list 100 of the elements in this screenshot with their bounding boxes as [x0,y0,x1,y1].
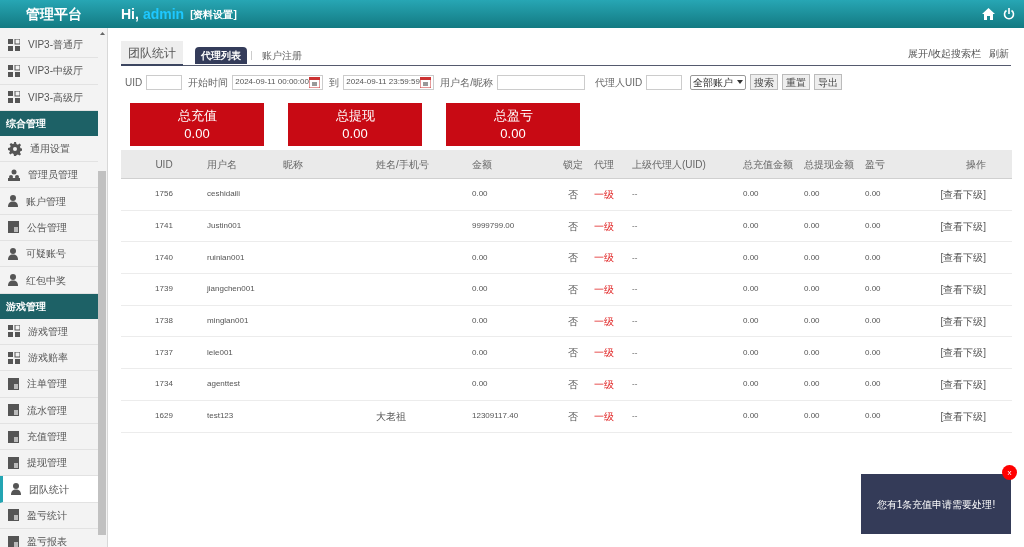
table-cell: 0.00 [743,347,759,357]
stat-label: 总盈亏 [493,106,533,125]
sidebar-item[interactable]: 管理员管理 [0,162,98,189]
table-cell: 0.00 [743,221,759,231]
document-icon [8,509,19,522]
user-icon [8,274,18,286]
document-icon [8,221,19,234]
column-header: 总提现金额 [804,157,855,172]
filter-label: UID [125,75,143,90]
view-subordinates-link[interactable]: [查看下级] [940,252,986,264]
table-cell: 0.00 [865,316,881,326]
toolbar-link[interactable]: 展开/收起搜索栏 [908,46,981,61]
table-cell: 1734 [155,379,173,389]
table-cell: 0.00 [804,221,820,231]
caret-icon [737,80,744,84]
scroll-up-icon[interactable] [99,32,105,35]
table-cell: 否 [568,252,578,264]
table-cell: 0.00 [804,284,820,294]
document-icon [8,377,19,390]
view-subordinates-link[interactable]: [查看下级] [940,220,986,232]
filter-label: 到 [329,75,340,90]
home-icon[interactable] [982,8,995,20]
table-cell: -- [632,252,638,262]
column-header: 锁定 [562,157,584,172]
grid-icon [8,64,20,77]
table-cell: 0.00 [865,411,881,421]
sidebar-item[interactable]: VIP3-普通厅 [0,32,98,59]
column-header: 用户名 [207,157,238,172]
username-text: admin [142,4,185,24]
view-subordinates-link[interactable]: [查看下级] [940,188,986,200]
view-subordinates-link[interactable]: [查看下级] [940,315,986,327]
table-cell: 一级 [594,410,614,422]
view-subordinates-link[interactable]: [查看下级] [940,410,986,422]
user-icon [8,195,18,208]
tab[interactable]: 账户注册 [256,47,308,64]
name-field[interactable] [497,74,585,90]
table-cell: 0.00 [472,379,488,389]
stat-value: 0.00 [500,124,526,143]
view-subordinates-link[interactable]: [查看下级] [940,378,986,390]
toolbar-link[interactable]: 刷新 [989,46,1009,61]
table-cell: -- [632,221,638,231]
table-cell: 0.00 [743,379,759,389]
table-cell: 12309117.40 [472,411,519,421]
sidebar-item[interactable]: VIP3-高级厅 [0,84,98,111]
sidebar-section-header: 综合管理 [0,110,98,136]
filter-button[interactable]: 搜索 [750,74,779,90]
start-date-field[interactable]: 2024-09-11 00:00:00 [232,74,324,90]
table-cell: lele001 [207,347,233,357]
table-cell: 1739 [155,284,173,294]
tab[interactable]: 代理列表 [195,47,247,64]
table-cell: -- [632,189,638,199]
filter-button[interactable]: 导出 [814,74,843,90]
sidebar-item[interactable]: 通用设置 [0,135,98,163]
table-cell: 否 [568,220,578,232]
filter-label: 用户名/昵称 [440,75,493,90]
table-cell: 1738 [155,316,173,326]
toast-message: 您有1条充值申请需要处理! [876,497,996,512]
account-select[interactable]: 全部账户 [690,74,747,90]
power-icon[interactable] [1003,8,1015,20]
calendar-icon[interactable] [420,76,432,88]
end-date-field[interactable]: 2024-09-11 23:59:59 [343,74,435,90]
document-icon [8,404,19,417]
table-cell: -- [632,316,638,326]
sidebar-item[interactable]: VIP3-中级厅 [0,58,98,85]
table-cell: 一级 [594,252,614,264]
agent-uid-field[interactable] [646,74,683,90]
profile-link[interactable]: [资料设置] [190,6,237,22]
column-header: 昵称 [283,157,304,172]
table-cell: 0.00 [865,252,881,262]
users-icon [8,168,20,181]
uid-field[interactable] [146,74,183,90]
column-header: UID [154,157,174,172]
table-cell: 0.00 [865,347,881,357]
column-header: 金额 [472,157,493,172]
column-header: 代理 [594,157,615,172]
table-cell: 0.00 [472,252,488,262]
table-cell: 一级 [594,378,614,390]
table-cell: 0.00 [804,189,820,199]
table-cell: 1741 [155,221,173,231]
document-icon [8,535,19,547]
sidebar-item[interactable]: 盈亏报表 [0,529,98,547]
close-button[interactable]: x [1002,465,1017,480]
grid-icon [8,325,20,338]
filter-button[interactable]: 重置 [782,74,811,90]
view-subordinates-link[interactable]: [查看下级] [940,283,986,295]
table-cell: 否 [568,315,578,327]
table-cell: 1756 [155,189,173,199]
table-cell: jiangchen001 [207,284,255,294]
stat-value: 0.00 [342,124,368,143]
stat-label: 总充值 [177,106,217,125]
table-cell: agenttest [207,379,240,389]
sidebar-item[interactable]: 团队统计 [0,476,98,503]
stat-label: 总提现 [335,106,375,125]
view-subordinates-link[interactable]: [查看下级] [940,347,986,359]
table-cell: 否 [568,378,578,390]
calendar-icon[interactable] [309,76,321,88]
table-cell: 0.00 [743,411,759,421]
column-header: 操作 [965,157,987,172]
column-header: 上级代理人(UID) [632,157,707,172]
grid-icon [8,91,20,104]
